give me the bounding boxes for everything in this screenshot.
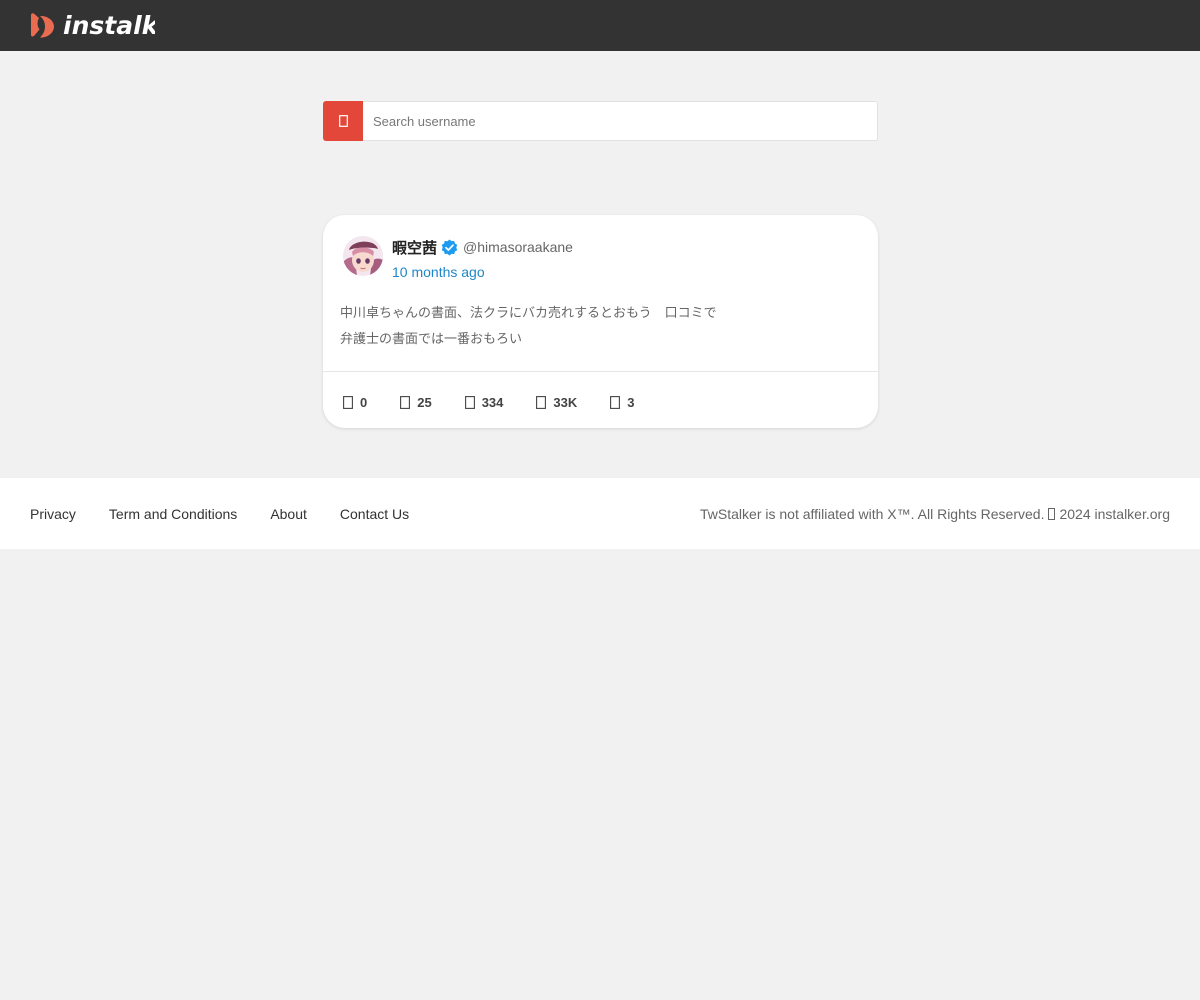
search-icon: [338, 115, 348, 127]
tweet-stats: 0 25 334 33K 3: [343, 393, 668, 411]
verified-badge-icon: [441, 239, 458, 255]
tweet-text: 中川卓ちゃんの書面、法クラにバカ売れするとおもう 口コミで 弁護士の書面では一番…: [340, 301, 860, 353]
retweet-stat[interactable]: 25: [400, 394, 432, 410]
tweet-text-line: 弁護士の書面では一番おもろい: [340, 332, 523, 347]
like-count: 334: [481, 394, 504, 410]
footer-link-contact[interactable]: Contact Us: [340, 505, 409, 523]
reply-icon: [343, 395, 353, 409]
bookmark-stat[interactable]: 3: [610, 394, 635, 410]
footer-link-privacy[interactable]: Privacy: [30, 505, 76, 523]
copyright-icon: [1048, 508, 1056, 520]
search-input[interactable]: [363, 101, 878, 141]
copyright-text: TwStalker is not affiliated with X™. All…: [700, 506, 1045, 522]
views-count: 33K: [553, 394, 578, 410]
search-bar: [323, 101, 878, 141]
handle[interactable]: @himasoraakane: [463, 239, 573, 255]
footer-link-terms[interactable]: Term and Conditions: [109, 505, 237, 523]
logo[interactable]: instalk: [29, 12, 155, 40]
bookmark-count: 3: [627, 394, 635, 410]
views-stat[interactable]: 33K: [536, 395, 577, 410]
like-stat[interactable]: 334: [464, 394, 504, 410]
retweet-count: 25: [417, 394, 432, 410]
bookmark-icon: [610, 395, 621, 409]
like-icon: [464, 395, 475, 409]
logo-icon: [31, 13, 54, 38]
tweet-text-line: 中川卓ちゃんの書面、法クラにバカ売れするとおもう 口コミで: [340, 306, 717, 321]
display-name[interactable]: 暇空茜: [392, 237, 437, 258]
views-icon: [536, 395, 547, 409]
search-button[interactable]: [323, 101, 363, 141]
logo-text: instalk: [63, 12, 155, 40]
avatar[interactable]: [343, 236, 383, 276]
card-divider: [323, 371, 878, 372]
retweet-icon: [400, 395, 411, 409]
copyright-notice: TwStalker is not affiliated with X™. All…: [700, 505, 1170, 523]
reply-stat[interactable]: 0: [343, 395, 367, 410]
footer-link-about[interactable]: About: [270, 505, 307, 523]
tweet-card: 暇空茜 @himasoraakane 10 months ago 中川卓ちゃんの…: [323, 215, 878, 428]
footer-links: Privacy Term and Conditions About Contac…: [30, 505, 442, 523]
top-header: instalk: [0, 0, 1200, 51]
site-footer: Privacy Term and Conditions About Contac…: [0, 478, 1200, 549]
copyright-year-site: 2024 instalker.org: [1059, 506, 1170, 522]
reply-count: 0: [360, 394, 368, 410]
tweet-timestamp-link[interactable]: 10 months ago: [392, 264, 485, 280]
author-row: 暇空茜 @himasoraakane: [392, 237, 573, 257]
